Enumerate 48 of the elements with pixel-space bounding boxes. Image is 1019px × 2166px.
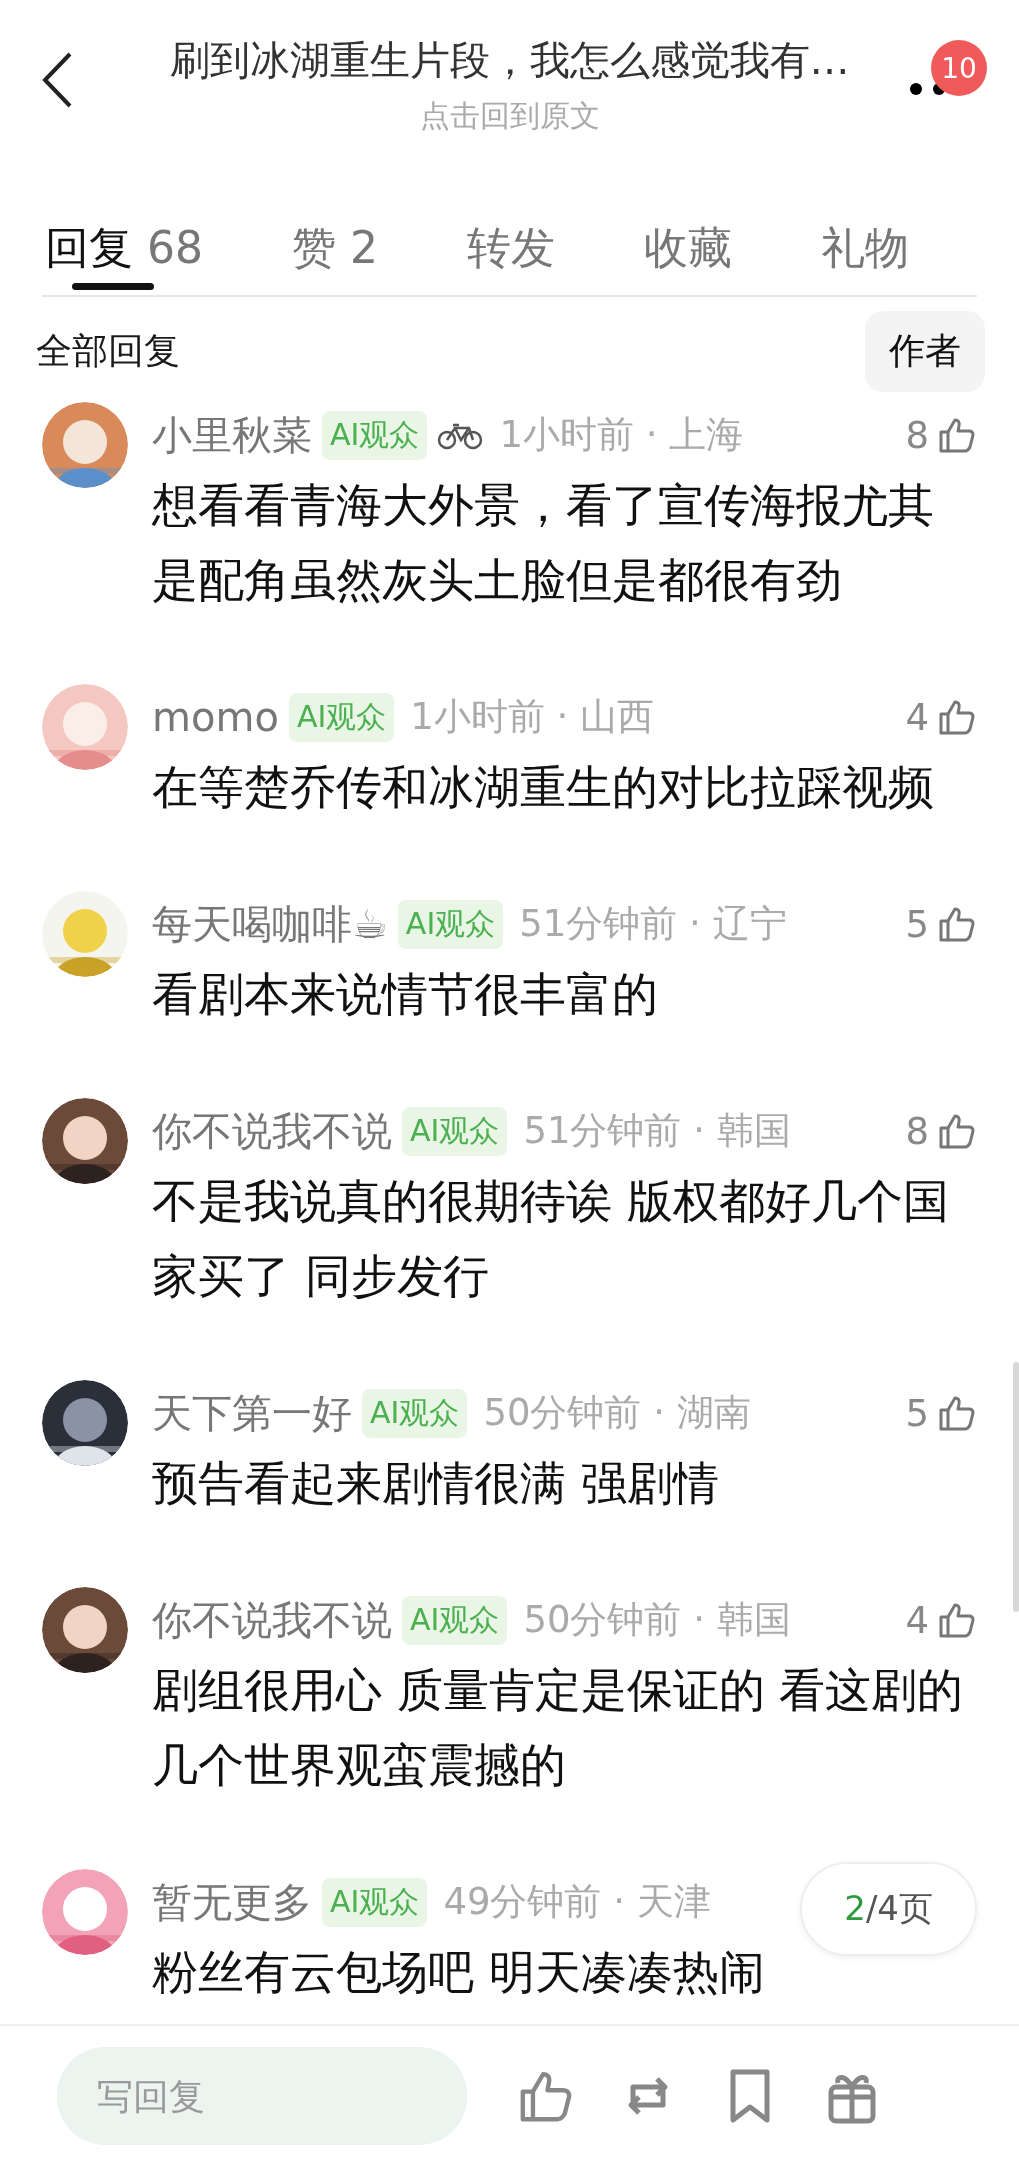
comment-text: 想看看青海大外景，看了宣传海报尤其是配角虽然灰头土脸但是都很有劲 <box>152 477 935 609</box>
back-to-post-link[interactable]: 点击回到原文 <box>419 96 600 137</box>
user-name[interactable]: 你不说我不说 <box>152 1103 392 1159</box>
tab[interactable]: 礼物 <box>821 180 909 293</box>
user-tag: AI观众 <box>362 1388 468 1438</box>
user-name[interactable]: 天下第一好 <box>152 1385 352 1441</box>
comment-time-location: 1小时前 · 山西 <box>410 694 655 740</box>
comment-text: 在等楚乔传和冰湖重生的对比拉踩视频 <box>152 759 935 816</box>
user-tag: AI观众 <box>397 899 504 949</box>
comment-text: 不是我说真的很期待诶 版权都好几个国家买了 同步发行 <box>152 1173 950 1305</box>
page-indicator[interactable]: 2/4页 <box>800 1862 977 1956</box>
tab[interactable]: 收藏 <box>644 180 732 293</box>
scrollbar[interactable] <box>1013 1362 1019 1612</box>
comment-time-location: 50分钟前 · 韩国 <box>523 1597 791 1643</box>
comment-time-location: 50分钟前 · 湖南 <box>483 1390 751 1436</box>
user-name[interactable]: 你不说我不说 <box>152 1592 392 1648</box>
tab[interactable]: 转发 <box>467 180 555 293</box>
tab[interactable]: 赞 2 <box>292 180 378 293</box>
notification-badge: 10 <box>931 40 987 96</box>
user-tag: AI观众 <box>402 1106 508 1156</box>
user-tag: AI观众 <box>288 692 395 742</box>
user-name[interactable]: 暂无更多 <box>152 1874 312 1930</box>
comment-time-location: 51分钟前 · 辽宁 <box>519 901 787 947</box>
user-tag: AI观众 <box>402 1595 508 1645</box>
comment-time-location: 51分钟前 · 韩国 <box>523 1108 791 1154</box>
comment-text: 剧组很用心 质量肯定是保证的 看这剧的几个世界观蛮震撼的 <box>152 1662 965 1794</box>
back-icon[interactable] <box>40 50 74 110</box>
author-filter-button[interactable]: 作者 <box>865 311 985 392</box>
user-name[interactable]: 每天喝咖啡☕ <box>152 896 388 952</box>
like-count: 8 <box>905 1109 929 1153</box>
comment-text: 预告看起来剧情很满 强剧情 <box>152 1455 720 1512</box>
tab[interactable]: 回复 68 <box>45 180 203 293</box>
user-tag: AI观众 <box>322 1877 428 1927</box>
user-tag: AI观众 <box>322 410 428 460</box>
comment-time-location: 1小时前 · 上海 <box>499 412 744 458</box>
like-count: 5 <box>905 1391 929 1435</box>
post-title[interactable]: 刷到冰湖重生片段，我怎么感觉我有… <box>169 33 850 88</box>
like-count: 4 <box>905 1598 929 1642</box>
comment-text: 看剧本来说情节很丰富的 <box>152 966 659 1023</box>
like-count: 5 <box>905 902 929 946</box>
user-name[interactable]: momo <box>152 694 279 740</box>
comment-text: 粉丝有云包场吧 明天凑凑热闹 <box>152 1944 766 2001</box>
like-count: 4 <box>905 695 929 739</box>
section-title: 全部回复 <box>36 329 180 373</box>
reply-field[interactable]: 写回复 <box>57 2047 467 2145</box>
comment-time-location: 49分钟前 · 天津 <box>443 1879 711 1925</box>
user-name[interactable]: 小里秋菜 <box>152 407 312 463</box>
like-count: 8 <box>905 413 929 457</box>
